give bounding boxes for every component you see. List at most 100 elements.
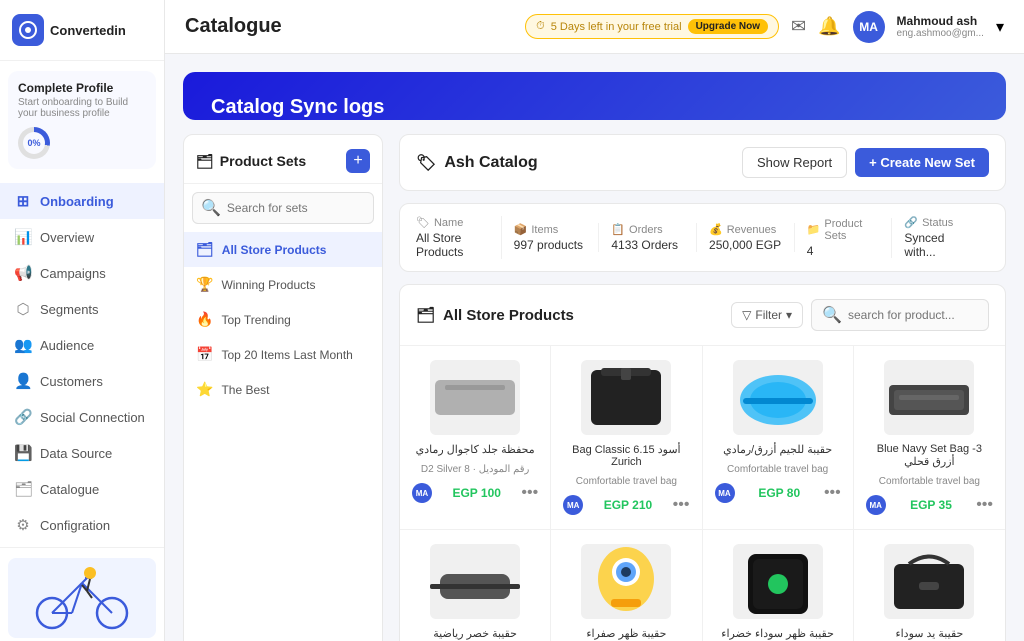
product-sets-icon: 🗂 [196, 153, 214, 170]
sidebar-item-catalogue[interactable]: 🗂Catalogue [0, 471, 164, 507]
segments-icon: ⬡ [14, 300, 32, 318]
product-card: Blue Navy Set Bag -3 أزرق قحلي Comfortab… [854, 346, 1005, 530]
catalog-icon: 🏷 [416, 153, 436, 173]
progress-value: 0% [23, 132, 45, 154]
stat-value: 4 [807, 244, 880, 258]
product-image [430, 360, 520, 435]
banner-title: Catalog Sync logs [211, 96, 978, 119]
product-set-winning[interactable]: 🏆Winning Products [184, 267, 382, 302]
product-set-best[interactable]: ⭐The Best [184, 372, 382, 407]
sidebar-item-label: Social Connection [40, 410, 145, 425]
product-avatar: MA [412, 483, 432, 503]
product-set-top-20[interactable]: 📅Top 20 Items Last Month [184, 337, 382, 372]
mail-icon[interactable]: ✉ [791, 16, 806, 37]
clock-icon: ⏱ [536, 20, 545, 33]
stat-value: 4133 Orders [611, 238, 684, 252]
sidebar-nav: ⊞Onboarding📊Overview📢Campaigns⬡Segments👥… [0, 179, 164, 547]
product-avatar: MA [715, 483, 735, 503]
catalog-header-row: 🏷 Ash Catalog Show Report + Create New S… [399, 134, 1006, 191]
product-footer: MA EGP 210 ••• [563, 495, 689, 515]
catalog-banner: Catalog Sync logs All your products list… [183, 72, 1006, 120]
audience-icon: 👥 [14, 336, 32, 354]
more-options-icon[interactable]: ••• [976, 496, 993, 514]
sidebar-item-label: Campaigns [40, 266, 106, 281]
product-search-input[interactable] [848, 308, 978, 322]
show-report-button[interactable]: Show Report [742, 147, 847, 178]
stat-status: 🔗StatusSynced with... [892, 216, 989, 259]
data-source-icon: 💾 [14, 444, 32, 462]
sidebar-item-audience[interactable]: 👥Audience [0, 327, 164, 363]
sidebar-item-segments[interactable]: ⬡Segments [0, 291, 164, 327]
sidebar-item-campaigns[interactable]: 📢Campaigns [0, 255, 164, 291]
product-avatar: MA [563, 495, 583, 515]
catalog-area: 🗂 Product Sets + 🔍 🗂 All Store Products 🏆W… [183, 134, 1006, 641]
sidebar-item-onboarding[interactable]: ⊞ Onboarding [0, 183, 164, 219]
sidebar-item-data-source[interactable]: 💾Data Source [0, 435, 164, 471]
sidebar-item-social-connection[interactable]: 🔗 Social Connection [0, 399, 164, 435]
sidebar-bottom: Invite yourco-workers +Invite People [0, 547, 164, 641]
filter-button[interactable]: ▽ Filter ▾ [731, 302, 803, 328]
sidebar-item-label: Onboarding [40, 194, 114, 209]
stat-value: All Store Products [416, 231, 489, 259]
create-set-button[interactable]: + Create New Set [855, 148, 989, 177]
bell-icon[interactable]: 🔔 [818, 16, 840, 37]
product-footer: MA EGP 100 ••• [412, 483, 538, 503]
product-footer: MA EGP 80 ••• [715, 483, 841, 503]
page-title: Catalogue [185, 15, 282, 38]
user-name: Mahmoud ash [897, 14, 984, 28]
social-connection-icon: 🔗 [14, 408, 32, 426]
product-set-all-store[interactable]: 🗂 All Store Products [184, 232, 382, 267]
product-card: حقيبة ظهر صفراء Kids backpack MA EGP 90 … [551, 530, 702, 641]
products-grid: محفظة جلد كاجوال رمادي D2 Silver 8 · رقم… [400, 346, 1005, 641]
sidebar: Convertedin Complete Profile Start onboa… [0, 0, 165, 641]
product-card: حقيبة ظهر سوداء خضراء School backpack MA… [703, 530, 854, 641]
sidebar-item-configuration[interactable]: ⚙Configration [0, 507, 164, 543]
products-icon: 🗂 [416, 306, 435, 324]
product-card: حقيبة يد سوداء Handbag MA EGP 75 ••• [854, 530, 1005, 641]
product-name: حقيبة يد سوداء [895, 627, 963, 640]
add-product-set-button[interactable]: + [346, 149, 370, 173]
catalog-main: 🏷 Ash Catalog Show Report + Create New S… [399, 134, 1006, 641]
stat-value: 997 products [514, 238, 587, 252]
stat-value: 250,000 EGP [709, 238, 782, 252]
sidebar-item-customers[interactable]: 👤Customers [0, 363, 164, 399]
product-image [884, 544, 974, 619]
stat-label: 🏷Name [416, 216, 489, 229]
sidebar-item-overview[interactable]: 📊Overview [0, 219, 164, 255]
product-subtitle: Comfortable travel bag [576, 476, 677, 487]
product-name: Blue Navy Set Bag -3 أزرق قحلي [866, 443, 993, 468]
product-sets-header: 🗂 Product Sets + [184, 135, 382, 184]
product-footer: MA EGP 35 ••• [866, 495, 993, 515]
product-card: محفظة جلد كاجوال رمادي D2 Silver 8 · رقم… [400, 346, 551, 530]
stat-label: 📁Product Sets [807, 218, 880, 242]
trial-text: 5 Days left in your free trial [551, 21, 682, 33]
all-store-icon: 🗂 [196, 241, 214, 258]
avatar: MA [853, 11, 885, 43]
stat-label: 📦Items [514, 223, 587, 236]
product-card: حقيبة خصر رياضية Sport bag MA EGP 65 ••• [400, 530, 551, 641]
more-options-icon[interactable]: ••• [673, 496, 690, 514]
main-area: Catalogue ⏱ 5 Days left in your free tri… [165, 0, 1024, 641]
catalog-actions: Show Report + Create New Set [742, 147, 989, 178]
user-email: eng.ashmoo@gm... [897, 28, 984, 39]
product-sets-search-input[interactable] [227, 201, 365, 215]
more-options-icon[interactable]: ••• [521, 484, 538, 502]
product-sets-search[interactable]: 🔍 [192, 192, 374, 224]
products-section: 🗂 All Store Products ▽ Filter ▾ 🔍 [399, 284, 1006, 641]
upgrade-button[interactable]: Upgrade Now [688, 19, 768, 34]
stat-revenues: 💰Revenues250,000 EGP [697, 223, 795, 252]
product-set-top-trending[interactable]: 🔥Top Trending [184, 302, 382, 337]
sidebar-item-label: Overview [40, 230, 94, 245]
products-title: 🗂 All Store Products [416, 306, 574, 324]
header: Catalogue ⏱ 5 Days left in your free tri… [165, 0, 1024, 54]
product-set-label: All Store Products [222, 243, 327, 257]
product-search[interactable]: 🔍 [811, 299, 989, 331]
more-options-icon[interactable]: ••• [824, 484, 841, 502]
user-info: Mahmoud ash eng.ashmoo@gm... [897, 14, 984, 39]
product-sets-title: 🗂 Product Sets [196, 153, 306, 170]
onboarding-icon: ⊞ [14, 192, 32, 210]
top-trending-icon: 🔥 [196, 311, 213, 328]
chevron-down-icon[interactable]: ▾ [996, 17, 1004, 37]
product-subtitle: D2 Silver 8 · رقم الموديل [421, 464, 529, 475]
catalogue-icon: 🗂 [14, 480, 32, 498]
